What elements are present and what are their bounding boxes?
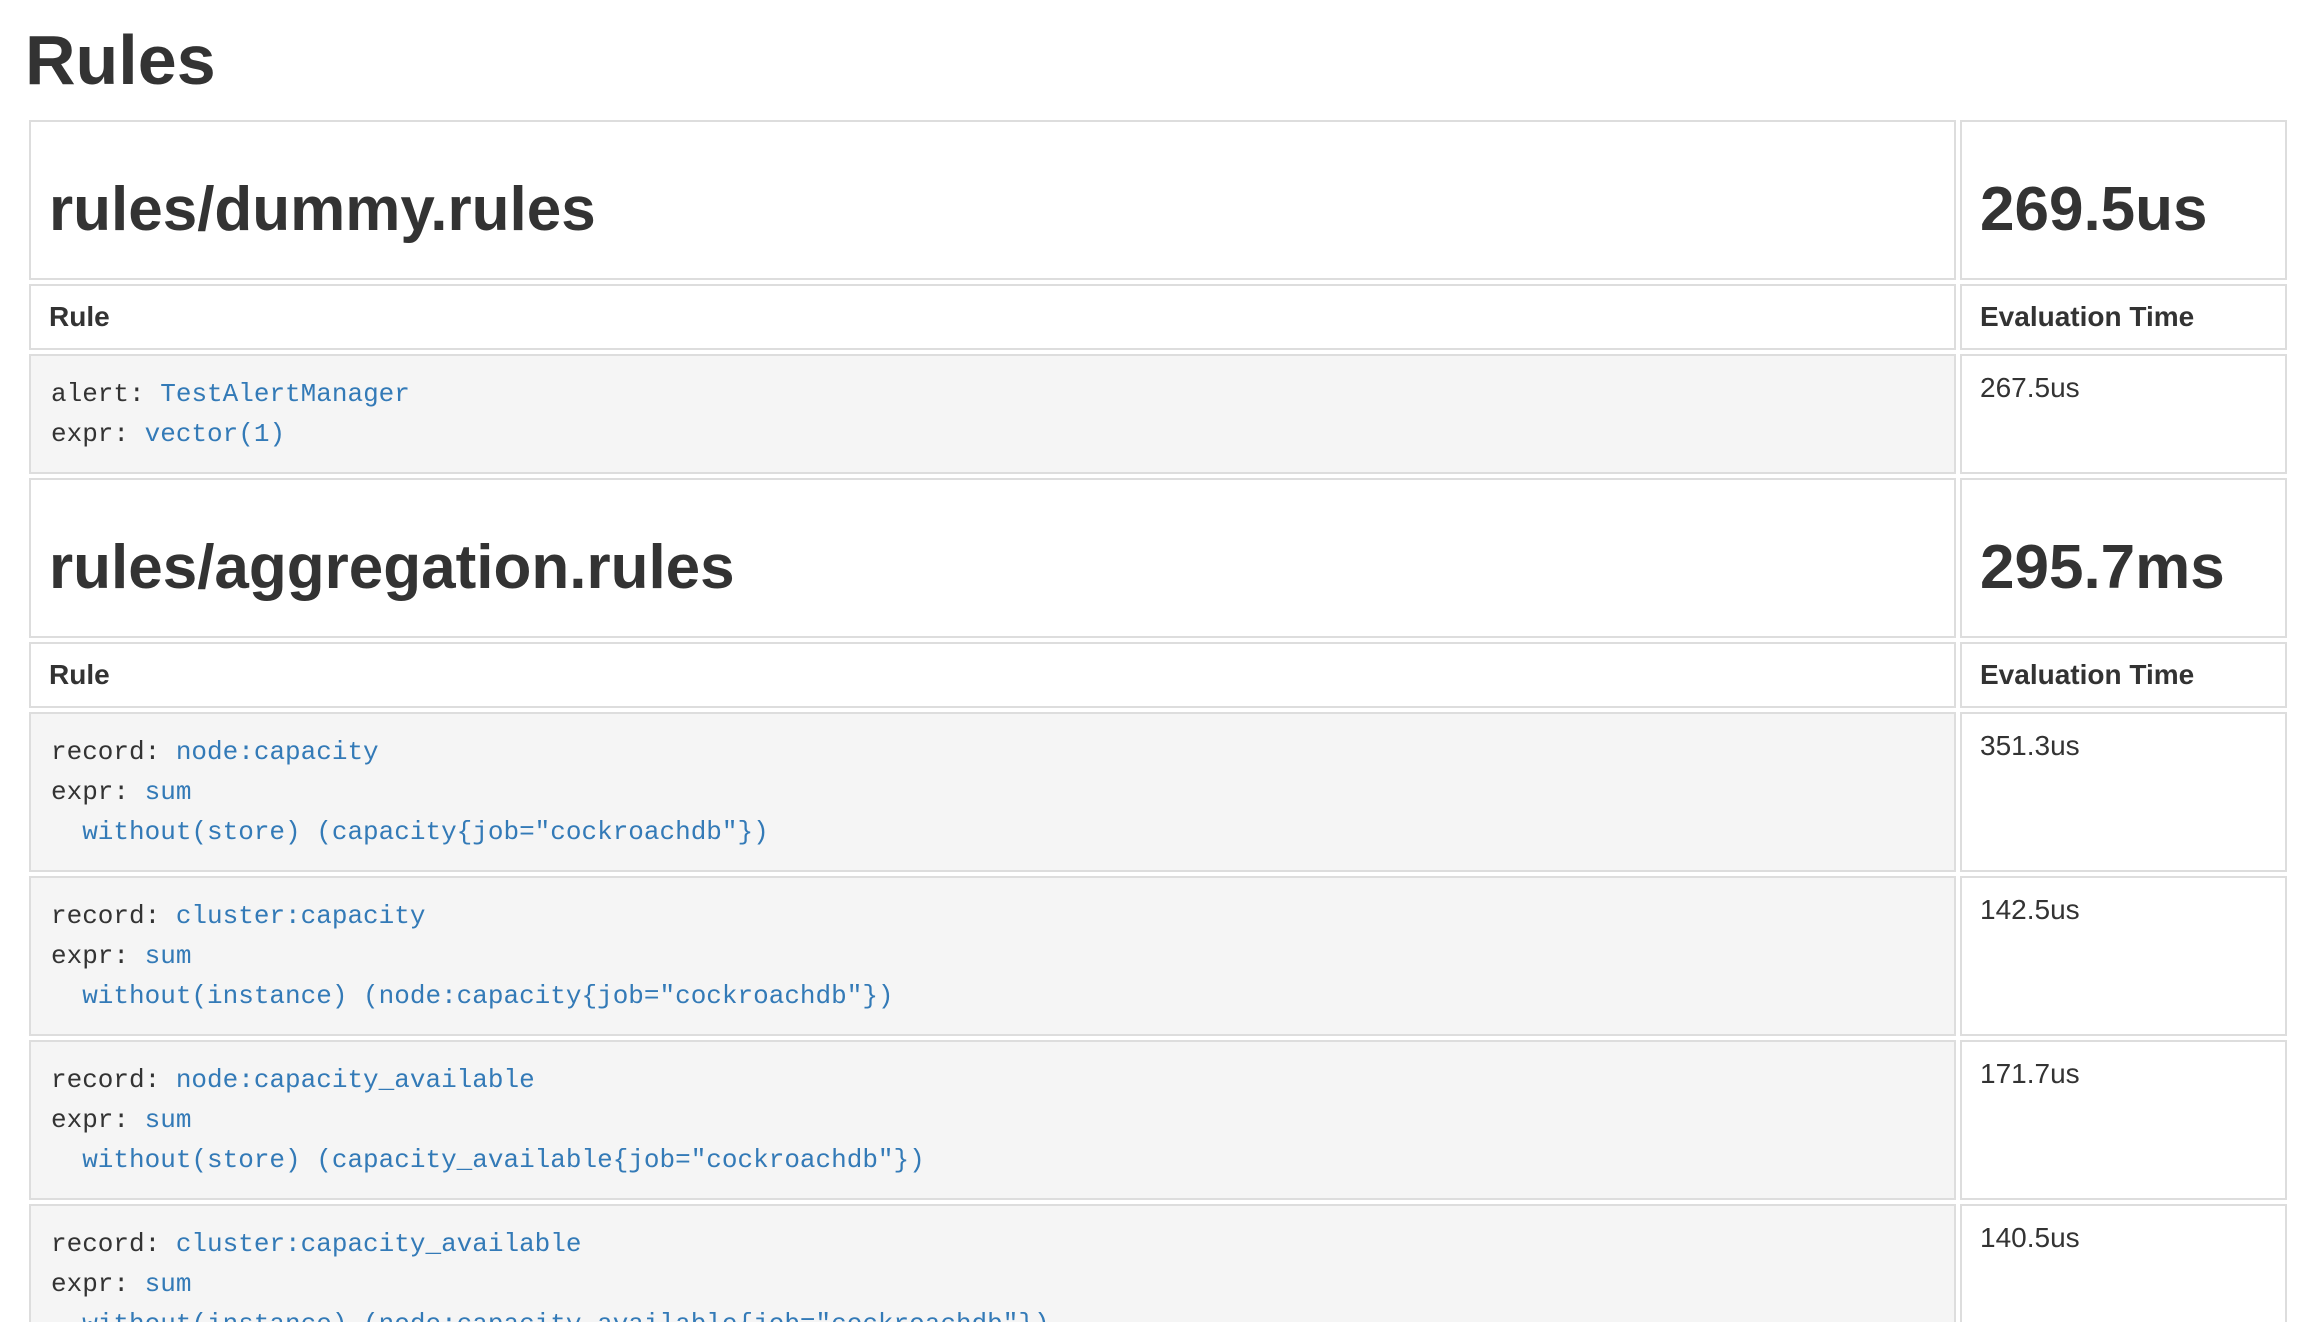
rule-expr-label: expr:: [51, 419, 129, 449]
group-total-eval-time: 269.5us: [1980, 176, 2267, 244]
column-header-row: Rule Evaluation Time: [29, 642, 2287, 708]
rule-cell: record: node:capacity_available expr: su…: [29, 1040, 1956, 1200]
rule-kind-label: record:: [51, 1229, 160, 1259]
group-file-name: rules/dummy.rules: [49, 176, 1936, 244]
rule-column-header: Rule: [29, 284, 1956, 350]
rule-name-link[interactable]: cluster:capacity: [176, 901, 426, 931]
rule-eval-time: 142.5us: [1960, 876, 2287, 1036]
rule-kind-label: record:: [51, 901, 160, 931]
rule-name-link[interactable]: cluster:capacity_available: [176, 1229, 582, 1259]
eval-column-header: Evaluation Time: [1960, 284, 2287, 350]
rule-eval-time: 140.5us: [1960, 1204, 2287, 1322]
rule-expr-link[interactable]: sum without(instance) (node:capacity{job…: [51, 941, 894, 1011]
table-row: record: cluster:capacity expr: sum witho…: [29, 876, 2287, 1036]
rule-definition: record: cluster:capacity_available expr:…: [31, 1206, 1954, 1322]
rule-eval-time: 267.5us: [1960, 354, 2287, 474]
rule-cell: record: cluster:capacity expr: sum witho…: [29, 876, 1956, 1036]
column-header-row: Rule Evaluation Time: [29, 284, 2287, 350]
rule-kind-label: record:: [51, 737, 160, 767]
rule-expr-link[interactable]: sum without(store) (capacity{job="cockro…: [51, 777, 769, 847]
rule-definition: record: cluster:capacity expr: sum witho…: [31, 878, 1954, 1034]
rule-eval-time: 171.7us: [1960, 1040, 2287, 1200]
table-row: record: node:capacity expr: sum without(…: [29, 712, 2287, 872]
page-title: Rules: [25, 22, 2291, 98]
rule-expr-link[interactable]: sum without(instance) (node:capacity_ava…: [51, 1269, 1050, 1322]
rule-kind-label: record:: [51, 1065, 160, 1095]
rule-kind-label: alert:: [51, 379, 145, 409]
rule-definition: alert: TestAlertManager expr: vector(1): [31, 356, 1954, 472]
rule-name-link[interactable]: node:capacity_available: [176, 1065, 535, 1095]
group-total-eval-time: 295.7ms: [1980, 534, 2267, 602]
group-total-cell: 269.5us: [1960, 120, 2287, 280]
rule-expr-label: expr:: [51, 777, 129, 807]
rule-expr-link[interactable]: vector(1): [145, 419, 285, 449]
eval-column-header: Evaluation Time: [1960, 642, 2287, 708]
rule-expr-label: expr:: [51, 1105, 129, 1135]
rule-expr-label: expr:: [51, 1269, 129, 1299]
rule-column-header: Rule: [29, 642, 1956, 708]
rule-definition: record: node:capacity_available expr: su…: [31, 1042, 1954, 1198]
group-file-name: rules/aggregation.rules: [49, 534, 1936, 602]
group-header-row: rules/aggregation.rules 295.7ms: [29, 478, 2287, 638]
rule-expr-link[interactable]: sum without(store) (capacity_available{j…: [51, 1105, 925, 1175]
rules-page: Rules rules/dummy.rules 269.5us Rule Eva…: [0, 22, 2316, 1322]
table-row: record: node:capacity_available expr: su…: [29, 1040, 2287, 1200]
rule-name-link[interactable]: TestAlertManager: [160, 379, 410, 409]
rule-definition: record: node:capacity expr: sum without(…: [31, 714, 1954, 870]
rule-eval-time: 351.3us: [1960, 712, 2287, 872]
group-total-cell: 295.7ms: [1960, 478, 2287, 638]
table-row: record: cluster:capacity_available expr:…: [29, 1204, 2287, 1322]
group-header-row: rules/dummy.rules 269.5us: [29, 120, 2287, 280]
table-row: alert: TestAlertManager expr: vector(1) …: [29, 354, 2287, 474]
rule-name-link[interactable]: node:capacity: [176, 737, 379, 767]
rule-cell: record: node:capacity expr: sum without(…: [29, 712, 1956, 872]
rule-cell: record: cluster:capacity_available expr:…: [29, 1204, 1956, 1322]
rule-cell: alert: TestAlertManager expr: vector(1): [29, 354, 1956, 474]
rules-table: rules/dummy.rules 269.5us Rule Evaluatio…: [25, 116, 2291, 1322]
rule-expr-label: expr:: [51, 941, 129, 971]
group-file-cell: rules/dummy.rules: [29, 120, 1956, 280]
group-file-cell: rules/aggregation.rules: [29, 478, 1956, 638]
